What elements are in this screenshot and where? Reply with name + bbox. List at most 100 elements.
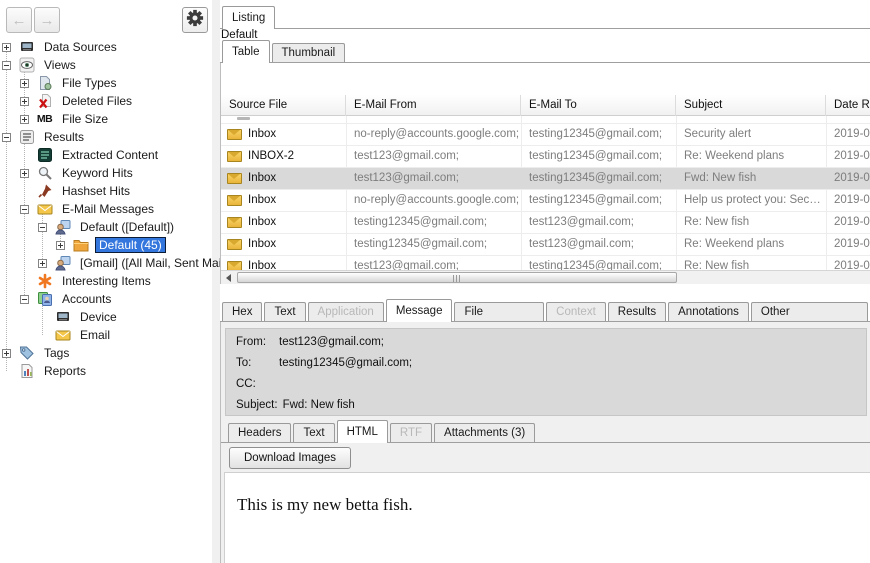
- scrollbar-thumb[interactable]: [237, 272, 677, 283]
- envelope-icon: [227, 173, 242, 184]
- tree-item-hashset-hits[interactable]: Hashset Hits: [0, 182, 212, 200]
- envelope-icon: [227, 261, 242, 270]
- tab-msg-text[interactable]: Text: [293, 423, 334, 442]
- cell-subject: Re: Weekend plans: [676, 234, 826, 255]
- tab-hex[interactable]: Hex: [222, 302, 262, 321]
- accounts-icon: [36, 291, 53, 307]
- collapse-icon[interactable]: [20, 205, 29, 214]
- envelope-icon: [227, 129, 242, 140]
- table-header: Source File E-Mail From E-Mail To Subjec…: [221, 95, 870, 116]
- gear-icon: [186, 9, 204, 32]
- envelope-icon: [227, 195, 242, 206]
- tree-item-device[interactable]: Device: [0, 308, 212, 326]
- tree-item-email[interactable]: Email: [0, 326, 212, 344]
- tree-item-email-messages[interactable]: E-Mail Messages: [0, 200, 212, 218]
- column-header-subject[interactable]: Subject: [676, 95, 826, 116]
- tree-item-accounts[interactable]: Accounts: [0, 290, 212, 308]
- collapse-icon[interactable]: [2, 61, 11, 70]
- tree-item-default-folder[interactable]: Default (45): [0, 236, 212, 254]
- cell-date-received: 2019-06-: [826, 190, 870, 211]
- tab-other-occurrences[interactable]: Other Occurrences: [751, 302, 868, 321]
- tag-icon: [18, 345, 35, 361]
- tree-item-label: Extracted Content: [59, 147, 161, 163]
- tab-annotations[interactable]: Annotations: [668, 302, 749, 321]
- device-icon: [54, 309, 71, 325]
- tab-table[interactable]: Table: [222, 40, 270, 63]
- tree-item-deleted-files[interactable]: Deleted Files: [0, 92, 212, 110]
- scroll-left-arrow[interactable]: [221, 271, 235, 284]
- cell-subject: Help us protect you: Securit…: [676, 190, 826, 211]
- tree-item-label: Default (45): [95, 237, 166, 253]
- expand-icon[interactable]: [20, 169, 29, 178]
- horizontal-scrollbar[interactable]: [221, 270, 870, 284]
- tab-text[interactable]: Text: [264, 302, 305, 321]
- tree-item-label: Deleted Files: [59, 93, 135, 109]
- tree-item-gmail-account[interactable]: [Gmail] ([All Mail, Sent Mail]): [0, 254, 212, 272]
- tree-item-extracted-content[interactable]: Extracted Content: [0, 146, 212, 164]
- forward-button[interactable]: →: [34, 7, 60, 33]
- cell-source-file: Inbox: [221, 168, 346, 189]
- cell-date-received: 2019-06-: [826, 212, 870, 233]
- tree-item-views[interactable]: Views: [0, 56, 212, 74]
- expand-icon[interactable]: [20, 97, 29, 106]
- table-row-selected[interactable]: Inbox test123@gmail.com; testing12345@gm…: [221, 168, 870, 190]
- tree-item-default-account[interactable]: Default ([Default]): [0, 218, 212, 236]
- tab-thumbnail[interactable]: Thumbnail: [272, 43, 346, 62]
- cell-subject: Security alert: [676, 124, 826, 145]
- tab-html[interactable]: HTML: [337, 420, 388, 443]
- collapse-icon[interactable]: [2, 133, 11, 142]
- table-row[interactable]: Inbox testing12345@gmail.com; test123@gm…: [221, 212, 870, 234]
- tree-item-tags[interactable]: Tags: [0, 344, 212, 362]
- message-viewer: From:test123@gmail.com; To:testing12345@…: [220, 322, 870, 563]
- tree-item-label: Default ([Default]): [77, 219, 177, 235]
- tab-attachments[interactable]: Attachments (3): [434, 423, 535, 442]
- expand-icon[interactable]: [20, 79, 29, 88]
- cc-label: CC:: [236, 374, 274, 395]
- tree-item-label: File Size: [59, 111, 111, 127]
- tree-item-interesting-items[interactable]: Interesting Items: [0, 272, 212, 290]
- tab-headers[interactable]: Headers: [228, 423, 291, 442]
- table-row[interactable]: Inbox no-reply@accounts.google.com; test…: [221, 190, 870, 212]
- tree-item-label: Results: [41, 129, 87, 145]
- back-button[interactable]: ←: [6, 7, 32, 33]
- tree-item-label: Data Sources: [41, 39, 120, 55]
- expand-icon[interactable]: [56, 241, 65, 250]
- tab-results[interactable]: Results: [608, 302, 666, 321]
- expand-icon[interactable]: [2, 349, 11, 358]
- collapse-icon[interactable]: [20, 295, 29, 304]
- cell-email-to: testing12345@gmail.com;: [521, 256, 676, 270]
- tab-message[interactable]: Message: [386, 299, 453, 322]
- table-row[interactable]: Inbox testing12345@gmail.com; test123@gm…: [221, 234, 870, 256]
- expand-icon[interactable]: [2, 43, 11, 52]
- tree-item-results[interactable]: Results: [0, 128, 212, 146]
- cell-subject: Re: New fish: [676, 256, 826, 270]
- column-header-email-to[interactable]: E-Mail To: [521, 95, 676, 116]
- cell-email-from: testing12345@gmail.com;: [346, 234, 521, 255]
- tab-listing[interactable]: Listing: [222, 6, 275, 29]
- column-header-email-from[interactable]: E-Mail From: [346, 95, 521, 116]
- expand-icon[interactable]: [38, 259, 47, 268]
- tree-item-data-sources[interactable]: Data Sources: [0, 38, 212, 56]
- to-label: To:: [236, 353, 274, 374]
- tree-item-label: E-Mail Messages: [59, 201, 157, 217]
- tree-item-file-size[interactable]: MB File Size: [0, 110, 212, 128]
- to-value: testing12345@gmail.com;: [279, 357, 412, 369]
- column-header-date-received[interactable]: Date Received: [826, 95, 870, 116]
- deleted-files-icon: [36, 93, 53, 109]
- tree-item-file-types[interactable]: File Types: [0, 74, 212, 92]
- tree-item-reports[interactable]: Reports: [0, 362, 212, 380]
- expand-icon[interactable]: [20, 115, 29, 124]
- tab-file-metadata[interactable]: File Metadata: [454, 302, 544, 321]
- download-images-button[interactable]: Download Images: [229, 447, 351, 469]
- tree-item-keyword-hits[interactable]: Keyword Hits: [0, 164, 212, 182]
- table-row[interactable]: Inbox no-reply@accounts.google.com; test…: [221, 124, 870, 146]
- collapse-icon[interactable]: [38, 223, 47, 232]
- settings-button[interactable]: [182, 7, 208, 33]
- column-header-source-file[interactable]: Source File: [221, 95, 346, 116]
- envelope-icon: [36, 201, 53, 217]
- listing-tabstrip: Listing: [220, 5, 870, 29]
- cell-email-from: no-reply@accounts.google.com;: [346, 190, 521, 211]
- table-row[interactable]: Inbox test123@gmail.com; testing12345@gm…: [221, 256, 870, 270]
- tree-item-label: Email: [77, 327, 113, 343]
- table-row[interactable]: INBOX-2 test123@gmail.com; testing12345@…: [221, 146, 870, 168]
